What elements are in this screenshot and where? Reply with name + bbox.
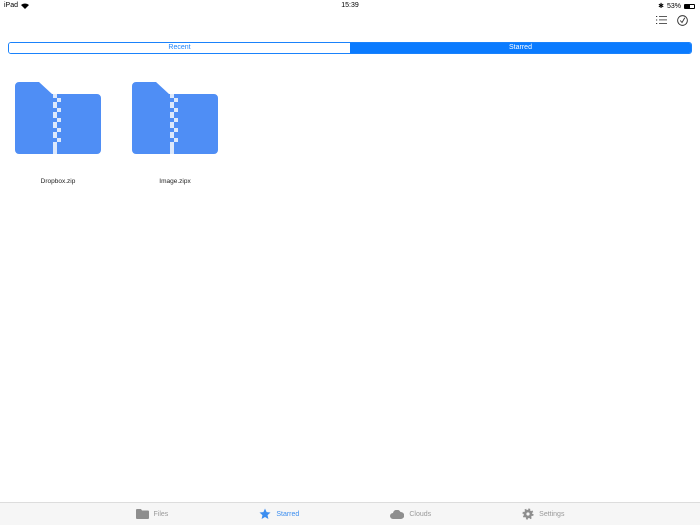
segment-starred[interactable]: Starred: [350, 43, 691, 53]
cloud-icon: [390, 509, 405, 519]
battery-icon: [684, 3, 695, 9]
tab-clouds[interactable]: Clouds: [390, 503, 431, 525]
tab-label: Starred: [276, 510, 300, 518]
file-name: Dropbox.zip: [40, 178, 76, 185]
battery-percent: 53%: [666, 2, 681, 10]
tab-label: Files: [153, 510, 169, 518]
status-bar: iPad 15:39 ✱ 53%: [0, 0, 700, 12]
gear-icon: [522, 508, 534, 520]
tab-files[interactable]: Files: [135, 503, 169, 525]
segmented-control: Recent Starred: [8, 42, 692, 54]
file-item[interactable]: Image.zipx: [132, 82, 218, 185]
clock: 15:39: [341, 2, 359, 9]
tab-bar: Files Starred Clouds Settings: [0, 502, 700, 525]
zip-folder-icon: [15, 82, 101, 154]
segment-recent[interactable]: Recent: [9, 43, 350, 53]
tab-settings[interactable]: Settings: [522, 503, 564, 525]
star-icon: [259, 508, 271, 519]
folder-icon: [135, 509, 149, 519]
tab-label: Settings: [539, 510, 565, 518]
select-check-icon[interactable]: [677, 15, 688, 26]
bluetooth-icon: ✱: [658, 3, 664, 10]
file-item[interactable]: Dropbox.zip: [15, 82, 101, 185]
tab-starred[interactable]: Starred: [259, 503, 299, 525]
list-view-icon[interactable]: [656, 15, 667, 25]
zip-folder-icon: [132, 82, 218, 154]
file-name: Image.zipx: [159, 178, 191, 185]
tab-label: Clouds: [409, 510, 432, 518]
